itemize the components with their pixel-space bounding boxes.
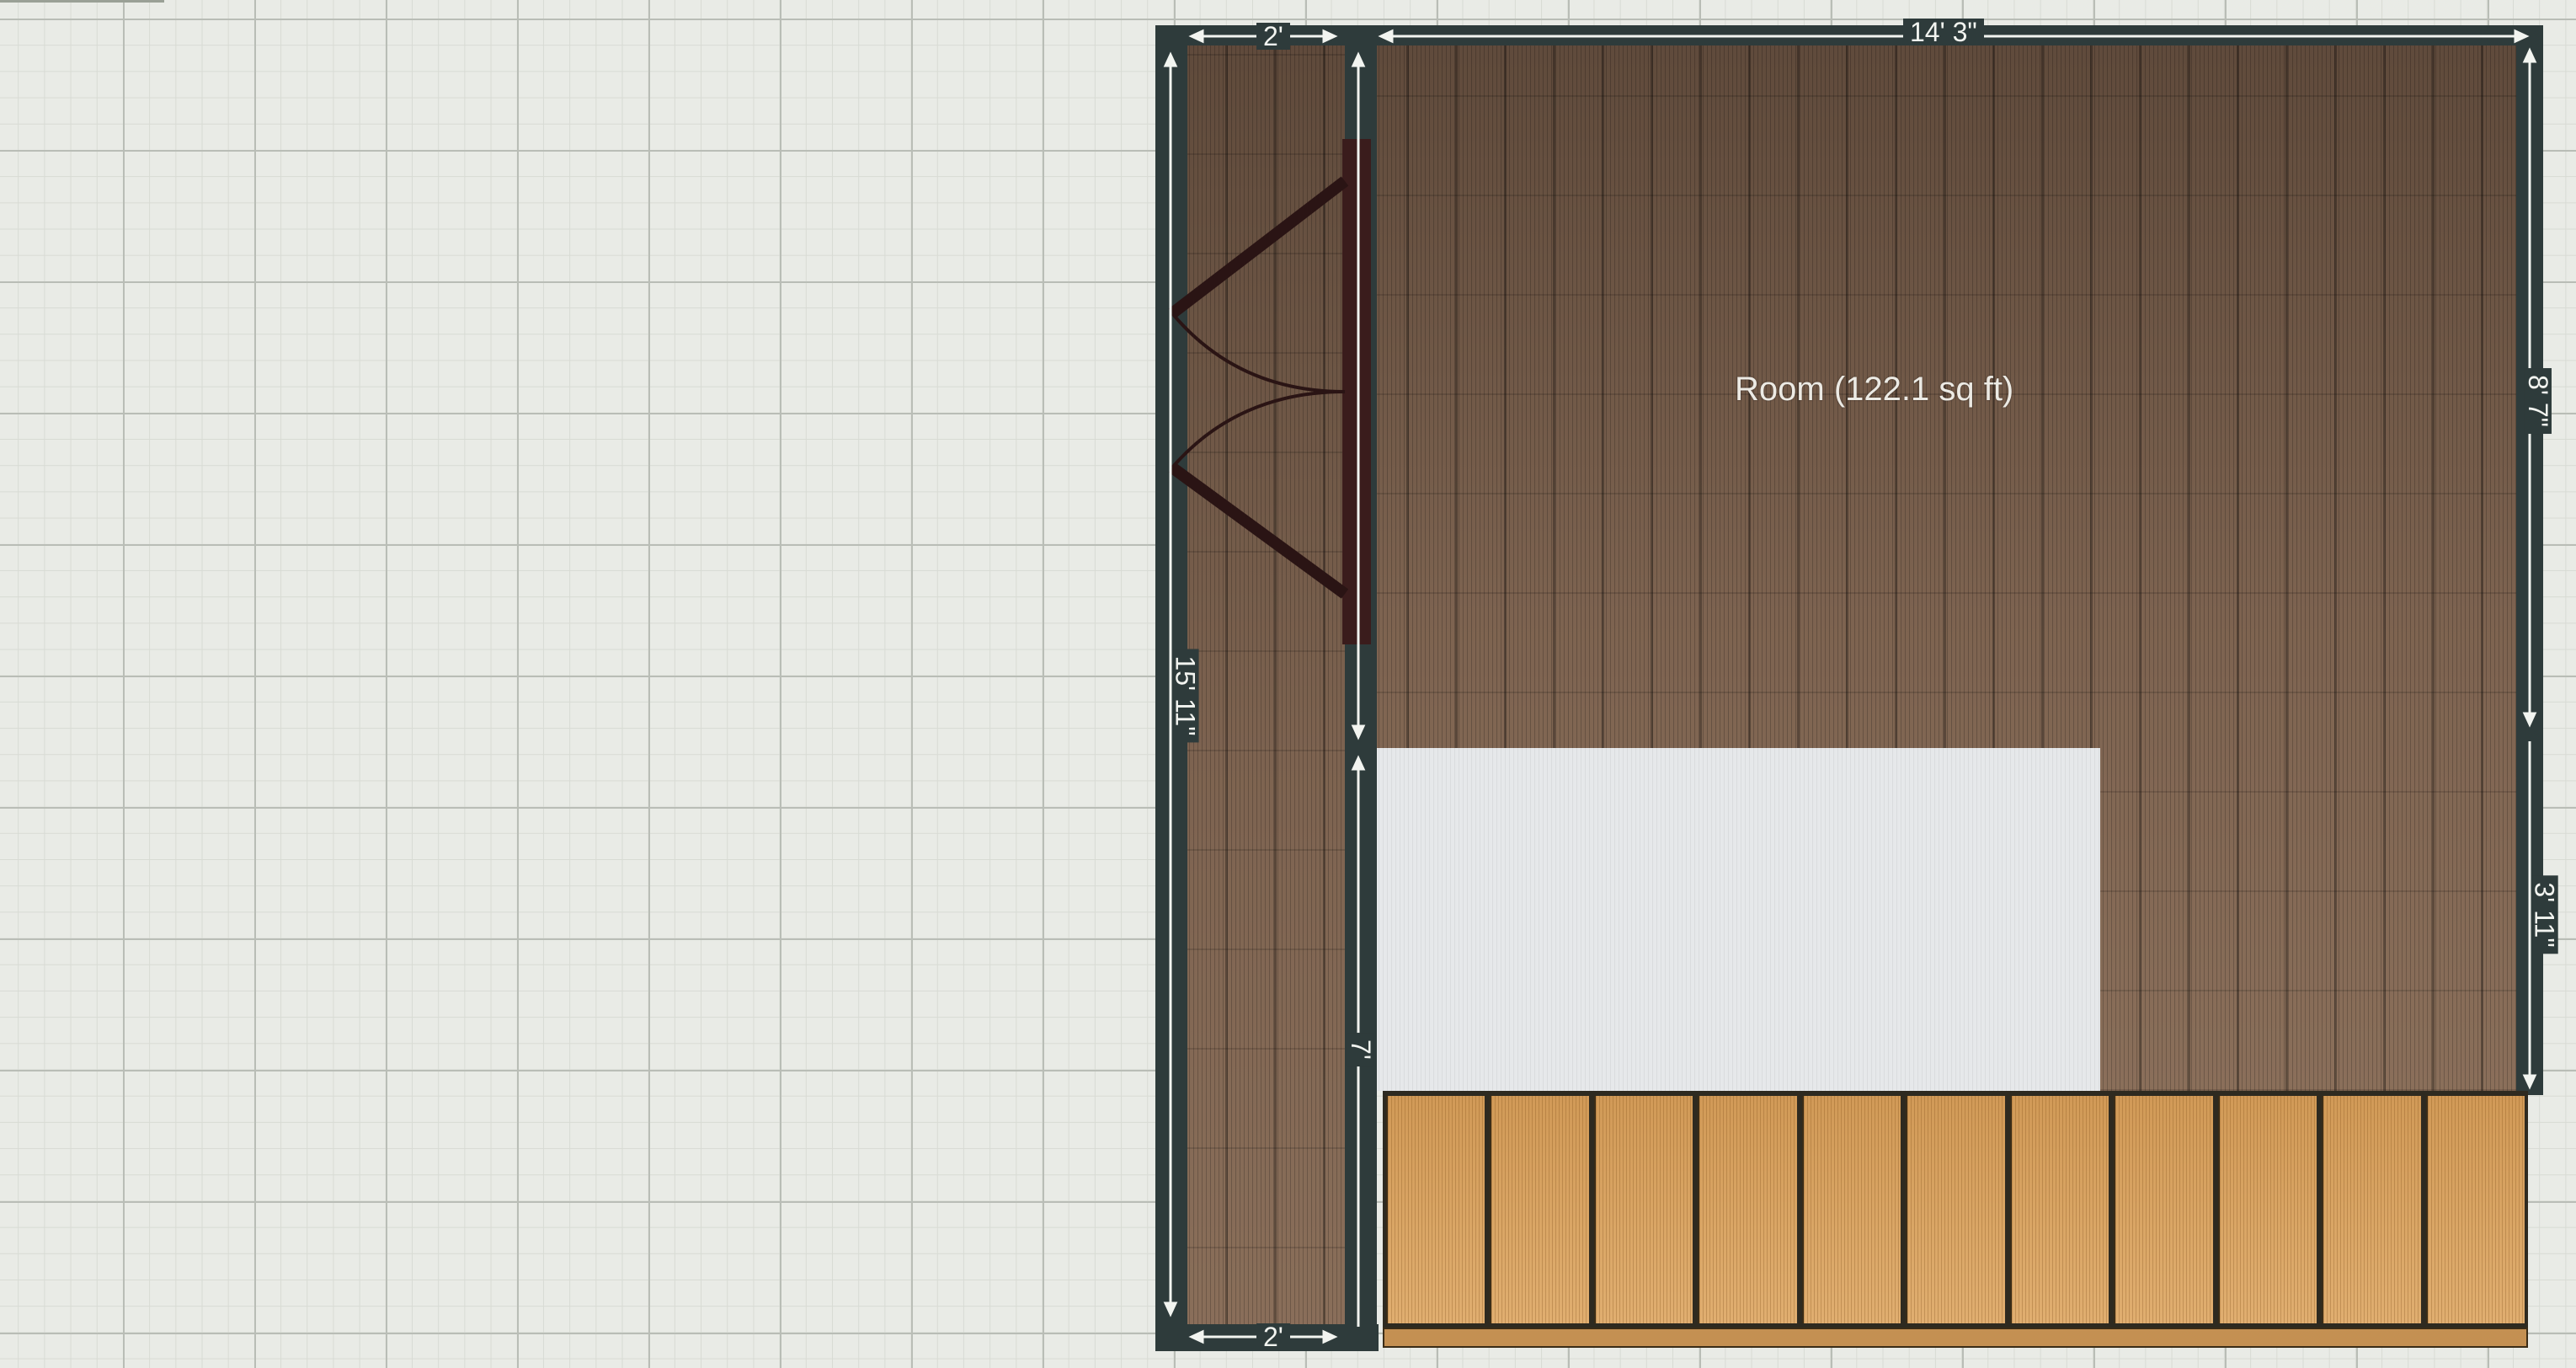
dimension-right-lower[interactable]: 3' 11" <box>2530 875 2560 954</box>
shelf-section[interactable] <box>2425 1096 2525 1323</box>
shelf-section[interactable] <box>2217 1096 2317 1323</box>
shelf-section[interactable] <box>2322 1096 2421 1323</box>
dimension-partition-lower[interactable]: 7' <box>1346 1033 1376 1066</box>
shelf-section[interactable] <box>1490 1096 1589 1323</box>
room-label[interactable]: Room (122.1 sq ft) <box>1735 371 2013 409</box>
double-door-icon[interactable] <box>1168 176 1349 599</box>
shelf-base <box>1383 1328 2528 1348</box>
dimension-left-height[interactable]: 15' 11" <box>1171 649 1201 743</box>
shelf-section[interactable] <box>1801 1096 1901 1323</box>
dimension-closet-top[interactable]: 2' <box>1256 23 1290 50</box>
shelf-section[interactable] <box>2009 1096 2109 1323</box>
shelf-section[interactable] <box>1698 1096 1797 1323</box>
shelf-section[interactable] <box>1593 1096 1693 1323</box>
floor-plan-canvas[interactable]: Room (122.1 sq ft) 2' 14' 3" 2' 15' 11" … <box>0 0 2576 1368</box>
dimension-closet-bottom[interactable]: 2' <box>1256 1323 1290 1350</box>
shelf-section[interactable] <box>1386 1096 1485 1323</box>
shelving-unit[interactable] <box>1383 1091 2528 1348</box>
shelf-section[interactable] <box>2114 1096 2213 1323</box>
dimension-top-width[interactable]: 14' 3" <box>1903 19 1984 45</box>
shelf-section[interactable] <box>1906 1096 2005 1323</box>
dimension-right-upper[interactable]: 8' 7" <box>2523 368 2553 434</box>
